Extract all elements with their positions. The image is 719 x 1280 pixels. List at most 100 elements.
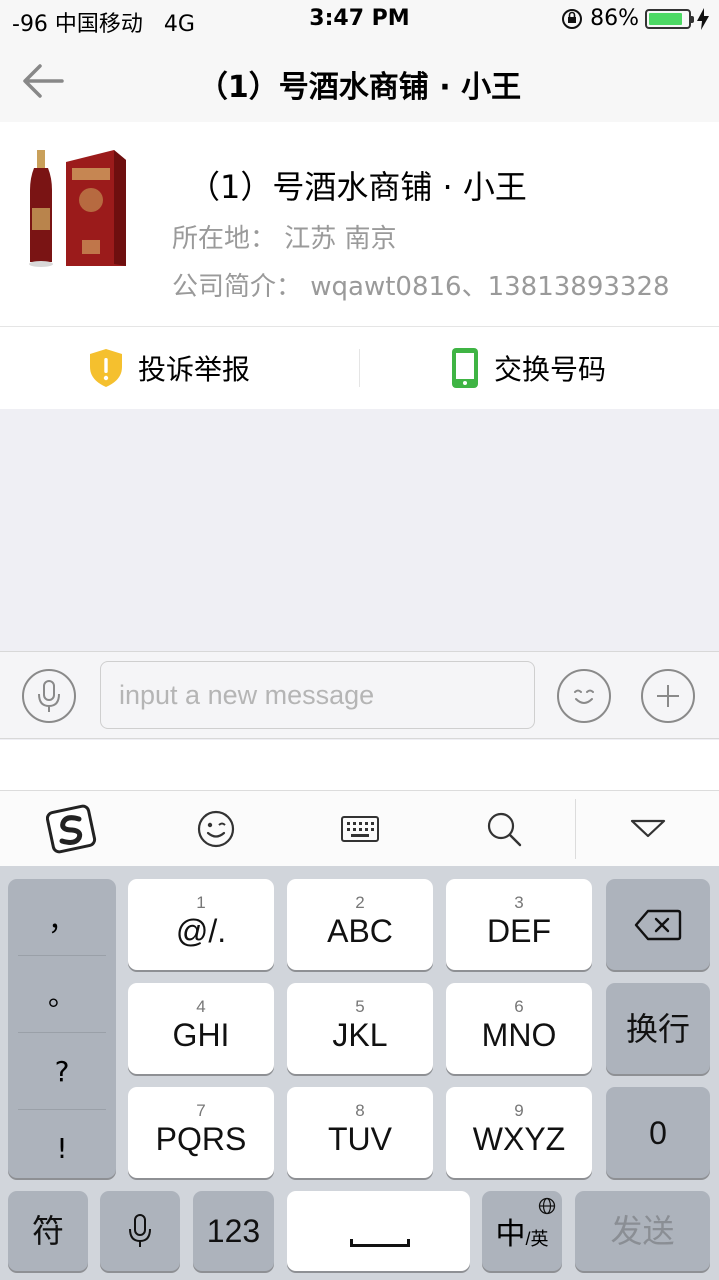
message-input[interactable] [100,661,535,729]
keyboard-emoji-button[interactable] [188,801,244,857]
key-5[interactable]: 5 JKL [287,983,433,1074]
action-divider [359,349,360,387]
keyboard-toolbar [0,790,719,866]
voice-input-button[interactable] [22,669,76,723]
page-title: （1）号酒水商铺 · 小王 [197,70,522,105]
report-label: 投诉举报 [138,353,251,386]
lang-main-label: 中 [495,1218,526,1251]
status-bar: -96 中国移动 4G 3:47 PM 86% [0,0,719,40]
numbers-label: 123 [206,1213,261,1249]
action-bar: 投诉举报 交换号码 [0,327,719,409]
key-number: 7 [196,1100,206,1120]
microphone-icon [129,1214,151,1247]
search-icon [487,812,522,847]
plus-icon [657,685,679,707]
more-options-button[interactable] [641,669,695,723]
key-number: 3 [514,892,524,912]
phone-icon [452,348,478,388]
key-letters: @/. [175,912,227,949]
key-letters: MNO [481,1016,557,1053]
key-number: 1 [196,892,206,912]
navigation-bar: （1）号酒水商铺 · 小王 [0,40,719,122]
shop-info-card[interactable]: （1）号酒水商铺 · 小王 所在地： 江苏 南京 公司简介： wqawt0816… [0,122,719,327]
key-6[interactable]: 6 MNO [446,983,592,1074]
symbols-key[interactable]: 符 [8,1191,88,1271]
swap-number-button[interactable]: 交换号码 [450,327,606,409]
charging-icon [697,7,709,30]
send-key[interactable]: 发送 [575,1191,710,1271]
swap-number-label: 交换号码 [494,353,607,386]
battery-icon [645,8,694,29]
key-7[interactable]: 7 PQRS [128,1087,274,1178]
zero-label: 0 [649,1114,667,1151]
key-letters: PQRS [155,1120,247,1157]
backspace-key[interactable] [606,879,710,970]
key-number: 6 [514,996,524,1016]
hide-keyboard-button[interactable] [620,801,676,857]
key-1[interactable]: 1 @/. [128,879,274,970]
punct-comma-key[interactable]: ， [8,882,116,956]
shield-warning-icon [90,349,122,387]
shop-name: （1）号酒水商铺 · 小王 [188,168,527,206]
key-letters: JKL [332,1016,388,1053]
globe-icon [538,1197,556,1215]
keyboard-search-button[interactable] [476,801,532,857]
shop-introduction: 公司简介： wqawt0816、13813893328 [172,272,670,302]
key-4[interactable]: 4 GHI [128,983,274,1074]
sogou-logo-button[interactable] [44,801,100,857]
emoji-button[interactable] [557,669,611,723]
backspace-icon [634,909,682,940]
rotation-lock-icon [562,8,583,29]
chevron-down-icon [630,819,666,838]
key-2[interactable]: 2 ABC [287,879,433,970]
key-number: 4 [196,996,206,1016]
key-letters: TUV [328,1120,392,1157]
key-number: 5 [355,996,365,1016]
toolbar-divider [575,799,576,859]
status-icons: 86% [560,6,709,31]
punct-separator [18,955,106,956]
sogou-logo-icon [46,804,97,854]
wink-face-icon [197,810,235,848]
newline-key[interactable]: 换行 [606,983,710,1074]
keyboard-icon [341,816,379,842]
key-letters: ABC [327,912,393,949]
punct-separator [18,1109,106,1110]
key-3[interactable]: 3 DEF [446,879,592,970]
send-label: 发送 [610,1213,675,1249]
punct-question-key[interactable]: ? [8,1034,116,1108]
key-9[interactable]: 9 WXYZ [446,1087,592,1178]
shop-location: 所在地： 江苏 南京 [172,224,397,254]
language-label: 中 /英 [495,1209,548,1253]
key-letters: WXYZ [472,1120,566,1157]
key-number: 8 [355,1100,365,1120]
punctuation-panel: ， 。 ? ! [8,879,116,1178]
key-0[interactable]: 0 [606,1087,710,1178]
message-composer [0,651,719,739]
punct-period-key[interactable]: 。 [8,957,116,1031]
newline-label: 换行 [625,1010,690,1047]
punct-exclaim-key[interactable]: ! [8,1111,116,1185]
smiley-icon [574,689,594,704]
space-key[interactable] [287,1191,470,1271]
punct-separator [18,1032,106,1033]
key-letters: DEF [487,912,551,949]
lang-sub-label: /英 [525,1229,549,1249]
numbers-key[interactable]: 123 [193,1191,274,1271]
report-button[interactable]: 投诉举报 [88,327,250,409]
battery-percent: 86% [590,6,639,31]
key-letters: GHI [172,1016,230,1053]
nine-key-keyboard: ， 。 ? ! 1 @/. 2 ABC 3 DEF 4 GHI 5 JKL 6 … [0,866,719,1280]
key-8[interactable]: 8 TUV [287,1087,433,1178]
space-bar-icon [350,1239,410,1247]
microphone-icon [38,680,60,712]
symbols-label: 符 [31,1213,64,1249]
voice-key[interactable] [100,1191,180,1271]
key-number: 9 [514,1100,524,1120]
composer-spacer [0,740,719,790]
keyboard-switch-button[interactable] [332,801,388,857]
key-number: 2 [355,892,365,912]
shop-product-image [22,148,130,268]
chat-message-area[interactable] [0,409,719,651]
language-switch-key[interactable]: 中 /英 [482,1191,562,1271]
